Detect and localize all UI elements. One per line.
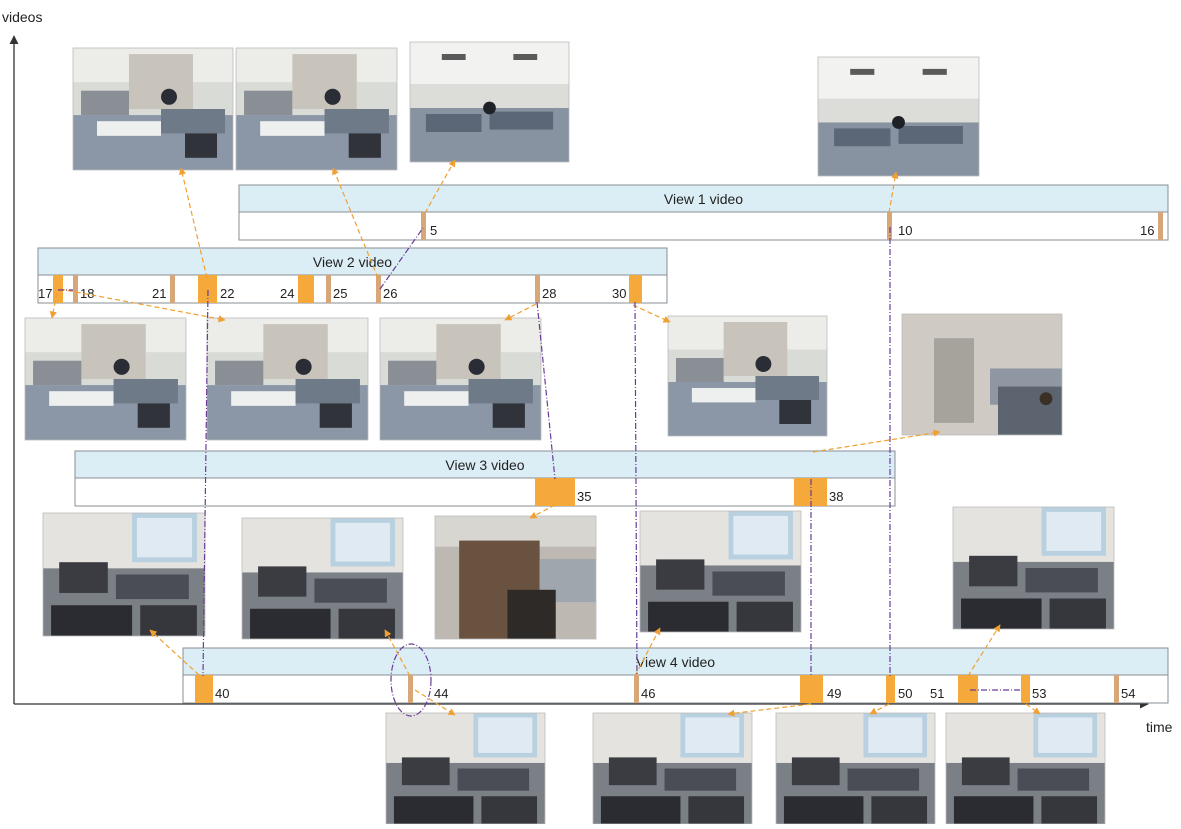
y-axis-label: videos xyxy=(2,9,42,25)
frame-thumbnail xyxy=(385,712,546,825)
track-body xyxy=(238,211,1169,241)
segment-label: 5 xyxy=(430,223,437,238)
segment-label: 53 xyxy=(1032,686,1046,701)
segment-marker[interactable] xyxy=(195,675,213,703)
segment-label: 35 xyxy=(577,489,591,504)
diagram-canvas: videos time View 1 video 5 10 16 View 2 vide… xyxy=(2,9,1173,825)
segment-marker[interactable] xyxy=(958,675,978,703)
segment-marker[interactable] xyxy=(634,675,639,703)
segment-marker[interactable] xyxy=(421,212,426,240)
segment-label: 26 xyxy=(383,286,397,301)
x-axis-label: time xyxy=(1146,719,1173,735)
segment-marker[interactable] xyxy=(886,675,895,703)
track-title: View 2 video xyxy=(313,254,392,270)
segment-marker[interactable] xyxy=(1114,675,1119,703)
segment-label: 51 xyxy=(930,686,944,701)
segment-marker[interactable] xyxy=(629,275,642,303)
frame-thumbnail xyxy=(24,317,187,441)
frame-thumbnail xyxy=(241,517,404,640)
segment-label: 24 xyxy=(280,286,294,301)
track-view-4: View 4 video 40 44 46 49 50 51 53 54 xyxy=(182,647,1169,704)
frame-thumbnail xyxy=(639,510,802,633)
segment-label: 40 xyxy=(215,686,229,701)
orange-link xyxy=(632,304,671,323)
segment-marker[interactable] xyxy=(170,275,175,303)
frame-thumbnail xyxy=(409,41,570,163)
segment-label: 30 xyxy=(612,286,626,301)
track-view-3: View 3 video 35 38 xyxy=(74,450,896,507)
frame-thumbnail xyxy=(952,506,1115,630)
frame-thumbnail xyxy=(945,712,1106,825)
track-title: View 3 video xyxy=(445,457,524,473)
segment-marker[interactable] xyxy=(1158,212,1163,240)
segment-label: 46 xyxy=(641,686,655,701)
segment-label: 18 xyxy=(80,286,94,301)
track-body xyxy=(74,477,896,507)
segment-label: 17 xyxy=(38,286,52,301)
segment-marker[interactable] xyxy=(800,675,823,703)
segment-label: 44 xyxy=(434,686,448,701)
segment-label: 16 xyxy=(1140,223,1154,238)
segment-label: 54 xyxy=(1121,686,1135,701)
segment-marker[interactable] xyxy=(1021,675,1030,703)
track-body xyxy=(182,674,1169,704)
segment-label: 38 xyxy=(829,489,843,504)
segment-marker[interactable] xyxy=(326,275,331,303)
frame-thumbnail xyxy=(379,317,542,441)
orange-link xyxy=(727,703,812,717)
segment-label: 28 xyxy=(542,286,556,301)
track-view-1: View 1 video 5 10 16 xyxy=(238,184,1169,241)
frame-thumbnail xyxy=(775,712,936,825)
frame-thumbnail xyxy=(901,313,1063,436)
frame-thumbnail xyxy=(817,56,980,177)
frame-thumbnail xyxy=(667,315,828,437)
segment-marker[interactable] xyxy=(298,275,314,303)
segment-marker[interactable] xyxy=(535,478,575,506)
frame-thumbnail xyxy=(72,47,234,171)
segment-label: 22 xyxy=(220,286,234,301)
orange-link xyxy=(869,703,890,715)
segment-label: 10 xyxy=(898,223,912,238)
segment-marker[interactable] xyxy=(408,675,413,703)
track-body xyxy=(37,274,668,304)
segment-label: 25 xyxy=(333,286,347,301)
frame-thumbnail xyxy=(42,512,206,637)
frame-thumbnails xyxy=(24,41,1115,825)
track-view-2: View 2 video 17 18 21 22 24 25 26 28 30 xyxy=(37,247,668,304)
segment-marker[interactable] xyxy=(535,275,540,303)
frame-thumbnail xyxy=(235,47,398,171)
frame-thumbnail xyxy=(592,712,753,825)
frame-thumbnail xyxy=(206,317,369,441)
segment-marker[interactable] xyxy=(73,275,78,303)
video-timeline-diagram: videos time View 1 video 5 10 16 View 2 vide… xyxy=(0,0,1181,825)
segment-label: 49 xyxy=(827,686,841,701)
track-title: View 4 video xyxy=(636,654,715,670)
frame-thumbnail xyxy=(434,515,597,640)
segment-label: 21 xyxy=(152,286,166,301)
track-title: View 1 video xyxy=(664,191,743,207)
orange-link xyxy=(1025,703,1041,715)
segment-label: 50 xyxy=(898,686,912,701)
